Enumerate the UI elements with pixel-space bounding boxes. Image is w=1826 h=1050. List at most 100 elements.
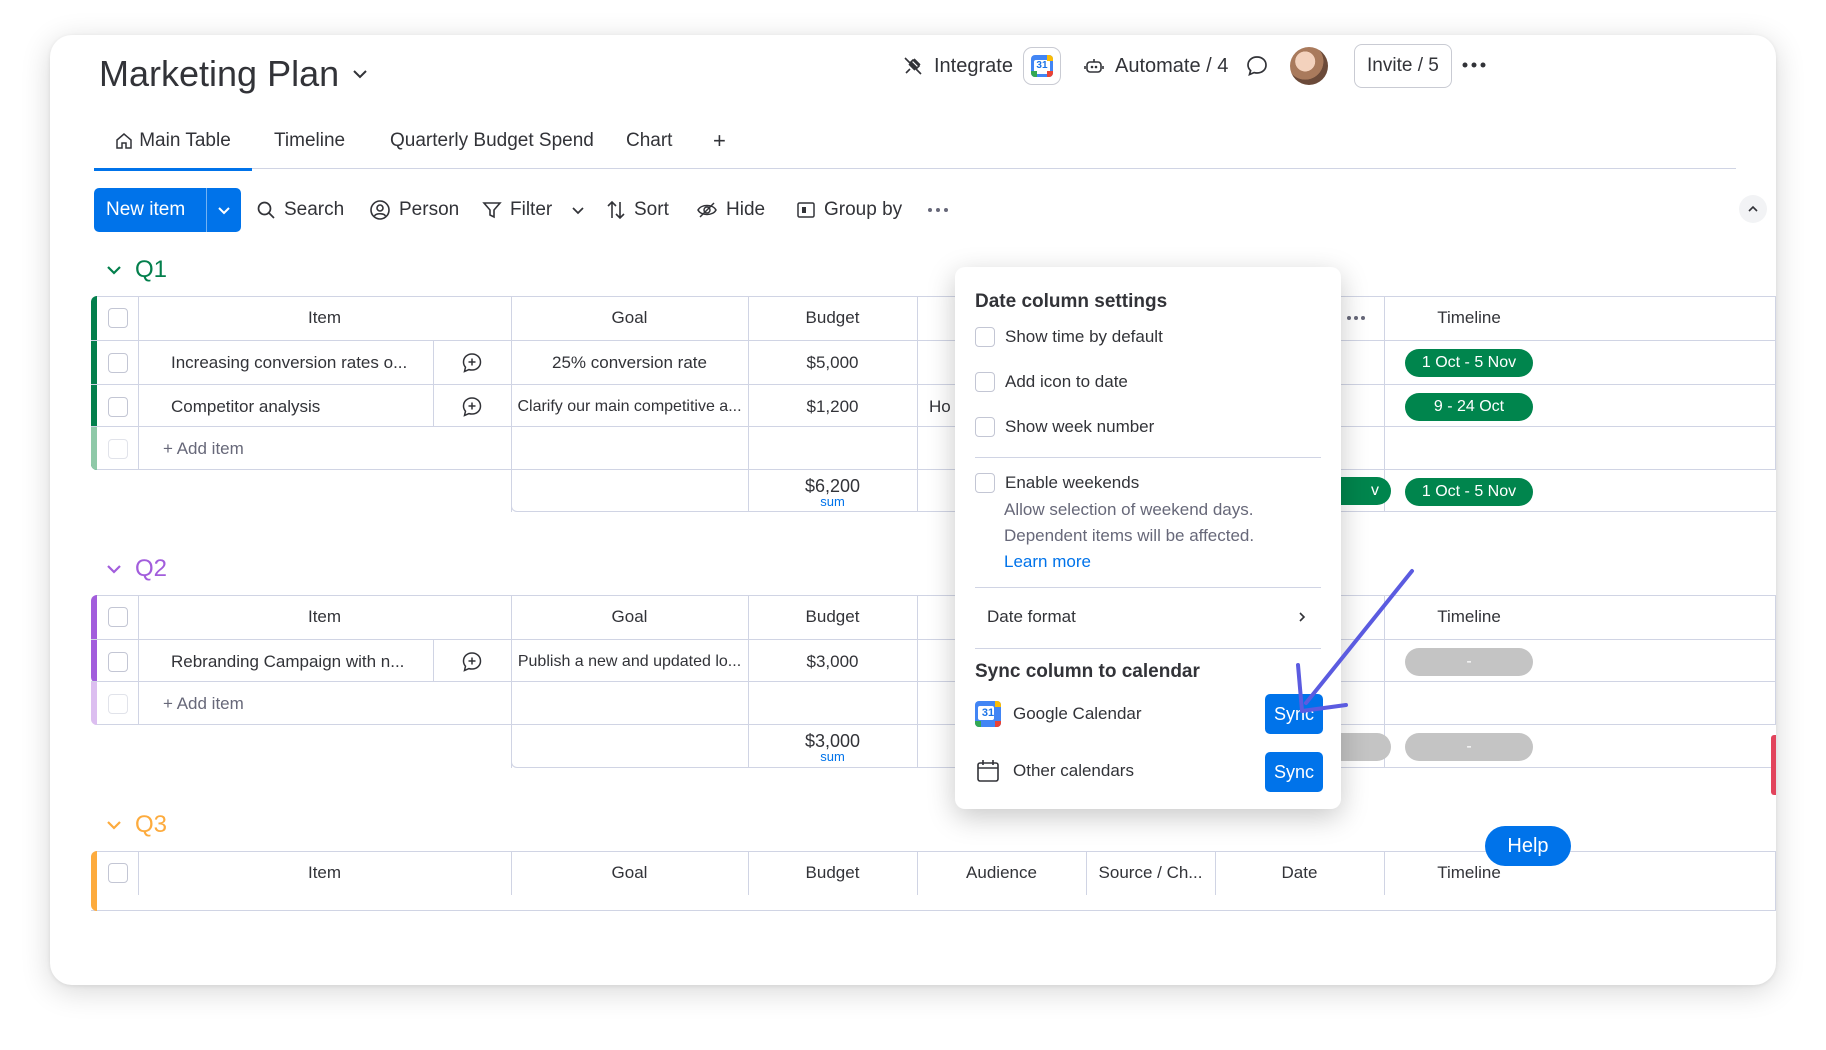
item-name[interactable]: Rebranding Campaign with n... [171,640,433,683]
item-name[interactable]: Increasing conversion rates o... [171,341,433,384]
add-icon-option[interactable]: Add icon to date [975,372,1128,392]
add-update-icon[interactable] [433,385,511,428]
column-header-goal[interactable]: Goal [511,296,748,340]
tab-chart[interactable]: Chart [626,113,672,169]
group-header-q1[interactable]: Q1 [105,253,167,287]
learn-more-link[interactable]: Learn more [1004,552,1091,572]
table-row[interactable]: Competitor analysis Clarify our main com… [91,384,1776,428]
filter-icon [482,202,502,219]
add-item-button[interactable]: + Add item [163,682,413,725]
budget-cell[interactable]: $1,200 [748,385,917,428]
row-checkbox-cell[interactable] [97,640,138,683]
timeline-pill[interactable]: - [1405,733,1533,761]
add-item-row[interactable]: + Add item [91,681,1776,725]
weekends-description: Dependent items will be affected. [1004,526,1255,545]
show-week-option[interactable]: Show week number [975,417,1154,437]
comment-icon[interactable] [1245,54,1269,83]
group-header-q2[interactable]: Q2 [105,552,167,586]
avatar[interactable] [1290,47,1328,85]
column-header-goal[interactable]: Goal [511,851,748,895]
checkbox[interactable] [107,607,128,627]
board-title[interactable]: Marketing Plan [99,49,369,99]
group-by-button[interactable]: Group by [796,190,902,230]
add-item-button[interactable]: + Add item [163,427,413,470]
column-header-date[interactable]: Date [1215,851,1384,895]
chevron-down-icon[interactable] [105,816,123,834]
chevron-down-icon[interactable] [105,560,123,578]
tab-timeline[interactable]: Timeline [274,113,345,169]
table-row[interactable]: Rebranding Campaign with n... Publish a … [91,639,1776,683]
more-options-icon[interactable] [1460,55,1488,80]
tab-quarterly-budget-spend[interactable]: Quarterly Budget Spend [390,113,594,169]
chevron-down-icon[interactable] [351,65,369,83]
add-icon-checkbox[interactable] [975,372,995,392]
column-header-item[interactable]: Item [138,296,511,340]
new-item-dropdown[interactable] [207,202,241,218]
checkbox[interactable] [107,396,128,417]
new-item-button[interactable]: New item [94,188,241,232]
other-calendars-sync-button[interactable]: Sync [1265,752,1323,792]
sort-button[interactable]: Sort [606,190,669,230]
row-checkbox-cell[interactable] [97,385,138,428]
add-update-icon[interactable] [433,341,511,384]
add-update-icon[interactable] [433,640,511,683]
column-header-source[interactable]: Source / Ch... [1086,851,1215,895]
timeline-summary[interactable]: - [1384,727,1554,767]
checkbox[interactable] [107,651,128,672]
item-name[interactable]: Competitor analysis [171,385,433,428]
goal-cell[interactable]: Publish a new and updated lo... [511,640,748,683]
checkbox[interactable] [107,352,128,373]
integrate-button[interactable]: Integrate 31 [902,46,1061,86]
column-header-budget[interactable]: Budget [748,296,917,340]
enable-weekends-option[interactable]: Enable weekends [975,473,1139,493]
add-view-button[interactable]: + [713,113,726,169]
toolbar-more-icon[interactable] [926,190,950,230]
search-button[interactable]: Search [256,190,344,230]
column-header-item[interactable]: Item [138,595,511,639]
timeline-pill[interactable]: 1 Oct - 5 Nov [1405,478,1533,506]
checkbox[interactable] [107,863,128,883]
table-header-row: Item Goal Budget Timeline [91,595,1776,639]
show-time-checkbox[interactable] [975,327,995,347]
column-header-budget[interactable]: Budget [748,851,917,895]
column-header-goal[interactable]: Goal [511,595,748,639]
budget-summary[interactable]: $6,200 sum [748,472,917,512]
column-header-audience[interactable]: Audience [917,851,1086,895]
column-more-icon[interactable] [1341,296,1371,340]
timeline-pill[interactable]: 9 - 24 Oct [1405,392,1533,421]
budget-summary[interactable]: $3,000 sum [748,727,917,767]
goal-cell[interactable]: Clarify our main competitive a... [511,385,748,428]
person-filter-button[interactable]: Person [369,190,459,230]
tab-main-table[interactable]: Main Table [94,113,252,171]
column-header-budget[interactable]: Budget [748,595,917,639]
timeline-summary[interactable]: 1 Oct - 5 Nov [1384,472,1554,512]
budget-cell[interactable]: $5,000 [748,341,917,384]
enable-weekends-checkbox[interactable] [975,473,995,493]
budget-cell[interactable]: $3,000 [748,640,917,683]
select-all-checkbox-cell[interactable] [97,595,138,639]
collapse-header-button[interactable] [1739,195,1767,223]
timeline-pill[interactable]: 1 Oct - 5 Nov [1405,348,1533,377]
show-week-checkbox[interactable] [975,417,995,437]
chevron-down-icon[interactable] [570,202,586,218]
filter-button[interactable]: Filter [482,190,586,230]
select-all-checkbox-cell[interactable] [97,851,138,895]
group-header-q3[interactable]: Q3 [105,808,167,842]
row-checkbox-cell[interactable] [97,341,138,384]
chevron-down-icon[interactable] [105,261,123,279]
invite-button[interactable]: Invite / 5 [1354,44,1452,88]
checkbox[interactable] [107,308,128,328]
goal-cell[interactable]: 25% conversion rate [511,341,748,384]
column-header-item[interactable]: Item [138,851,511,895]
show-time-option[interactable]: Show time by default [975,327,1163,347]
column-header-timeline[interactable]: Timeline [1384,296,1554,340]
timeline-cell[interactable]: 9 - 24 Oct [1384,385,1554,428]
hide-button[interactable]: Hide [696,190,765,230]
timeline-cell[interactable]: 1 Oct - 5 Nov [1384,341,1554,384]
date-format-menu-item[interactable]: Date format [975,595,1321,639]
automate-button[interactable]: Automate / 4 [1083,46,1228,86]
table-row[interactable]: Increasing conversion rates o... 25% con… [91,340,1776,384]
help-button[interactable]: Help [1485,826,1571,866]
select-all-checkbox-cell[interactable] [97,296,138,340]
add-item-row[interactable]: + Add item [91,426,1776,470]
